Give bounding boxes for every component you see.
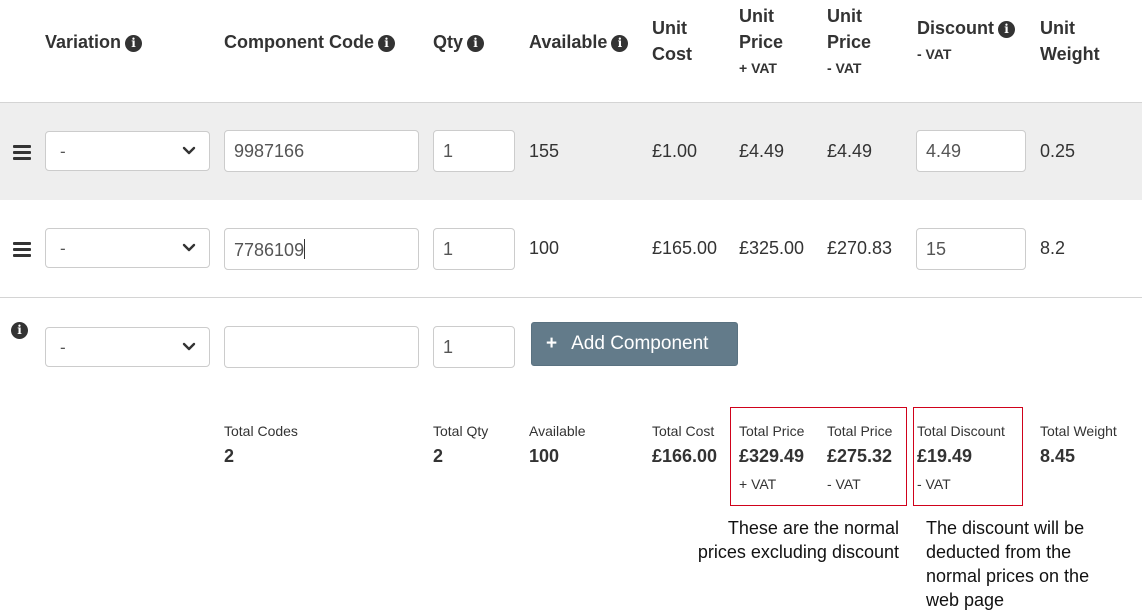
unit-cost-value: £165.00 xyxy=(652,238,718,258)
variation-select[interactable]: - xyxy=(45,327,210,367)
header-discount: Discount i - VAT xyxy=(917,15,1016,67)
component-code-input[interactable] xyxy=(224,326,419,368)
unit-price-ex-value: £4.49 xyxy=(827,141,873,161)
total-codes-value: 2 xyxy=(224,446,235,466)
total-cost-label: Total Cost xyxy=(652,423,715,439)
discount-input[interactable]: 15 xyxy=(916,228,1026,270)
total-cost-value: £166.00 xyxy=(652,446,718,466)
info-icon[interactable]: i xyxy=(998,21,1016,38)
header-component-code: Component Code i xyxy=(224,29,395,55)
total-qty-value: 2 xyxy=(433,446,444,466)
chevron-down-icon xyxy=(182,243,196,252)
qty-input[interactable]: 1 xyxy=(433,228,515,270)
info-icon[interactable]: i xyxy=(467,35,485,52)
header-available: Available i xyxy=(529,29,629,55)
total-available-label: Available xyxy=(529,423,586,439)
unit-weight-value: 8.2 xyxy=(1040,238,1066,258)
plus-icon: + xyxy=(546,333,558,354)
variation-select[interactable]: - xyxy=(45,228,210,268)
total-weight-value: 8.45 xyxy=(1040,446,1076,466)
discount-input[interactable]: 4.49 xyxy=(916,130,1026,172)
qty-input[interactable]: 1 xyxy=(433,130,515,172)
prices-note: These are the normal prices excluding di… xyxy=(697,518,899,562)
unit-weight-value: 0.25 xyxy=(1040,141,1076,161)
header-unit-cost: Unit Cost xyxy=(652,18,692,64)
row-divider xyxy=(0,297,1142,298)
info-icon[interactable]: i xyxy=(125,35,143,52)
header-unit-weight: Unit Weight xyxy=(1040,18,1100,64)
variation-select[interactable]: - xyxy=(45,131,210,171)
unit-price-inc-value: £4.49 xyxy=(739,141,785,161)
chevron-down-icon xyxy=(182,146,196,155)
header-unit-price-ex-vat: Unit Price - VAT xyxy=(827,6,872,76)
header-unit-price-inc-vat: Unit Price + VAT xyxy=(739,6,784,76)
drag-handle-icon[interactable] xyxy=(13,145,31,163)
info-icon[interactable]: i xyxy=(378,35,395,52)
total-codes-label: Total Codes xyxy=(224,423,298,439)
unit-cost-value: £1.00 xyxy=(652,141,698,161)
info-icon[interactable]: i xyxy=(611,35,629,52)
drag-handle-icon[interactable] xyxy=(13,242,31,260)
total-weight-label: Total Weight xyxy=(1040,423,1117,439)
available-value: 155 xyxy=(529,141,560,161)
total-available-value: 100 xyxy=(529,446,560,466)
discount-note: The discount will be deducted from the n… xyxy=(926,518,1090,610)
discount-annotation-box xyxy=(913,407,1023,506)
unit-price-inc-value: £325.00 xyxy=(739,238,805,258)
unit-price-ex-value: £270.83 xyxy=(827,238,893,258)
text-cursor xyxy=(304,239,306,259)
chevron-down-icon xyxy=(182,342,196,351)
total-qty-label: Total Qty xyxy=(433,423,489,439)
component-code-input[interactable]: 7786109 xyxy=(224,228,419,270)
info-icon[interactable]: i xyxy=(11,322,28,339)
component-code-input[interactable]: 9987166 xyxy=(224,130,419,172)
header-variation: Variation i xyxy=(45,29,143,55)
add-component-button[interactable]: + Add Component xyxy=(531,322,738,366)
header-qty: Qty i xyxy=(433,29,485,55)
qty-input[interactable]: 1 xyxy=(433,326,515,368)
available-value: 100 xyxy=(529,238,560,258)
price-annotation-box xyxy=(730,407,907,506)
